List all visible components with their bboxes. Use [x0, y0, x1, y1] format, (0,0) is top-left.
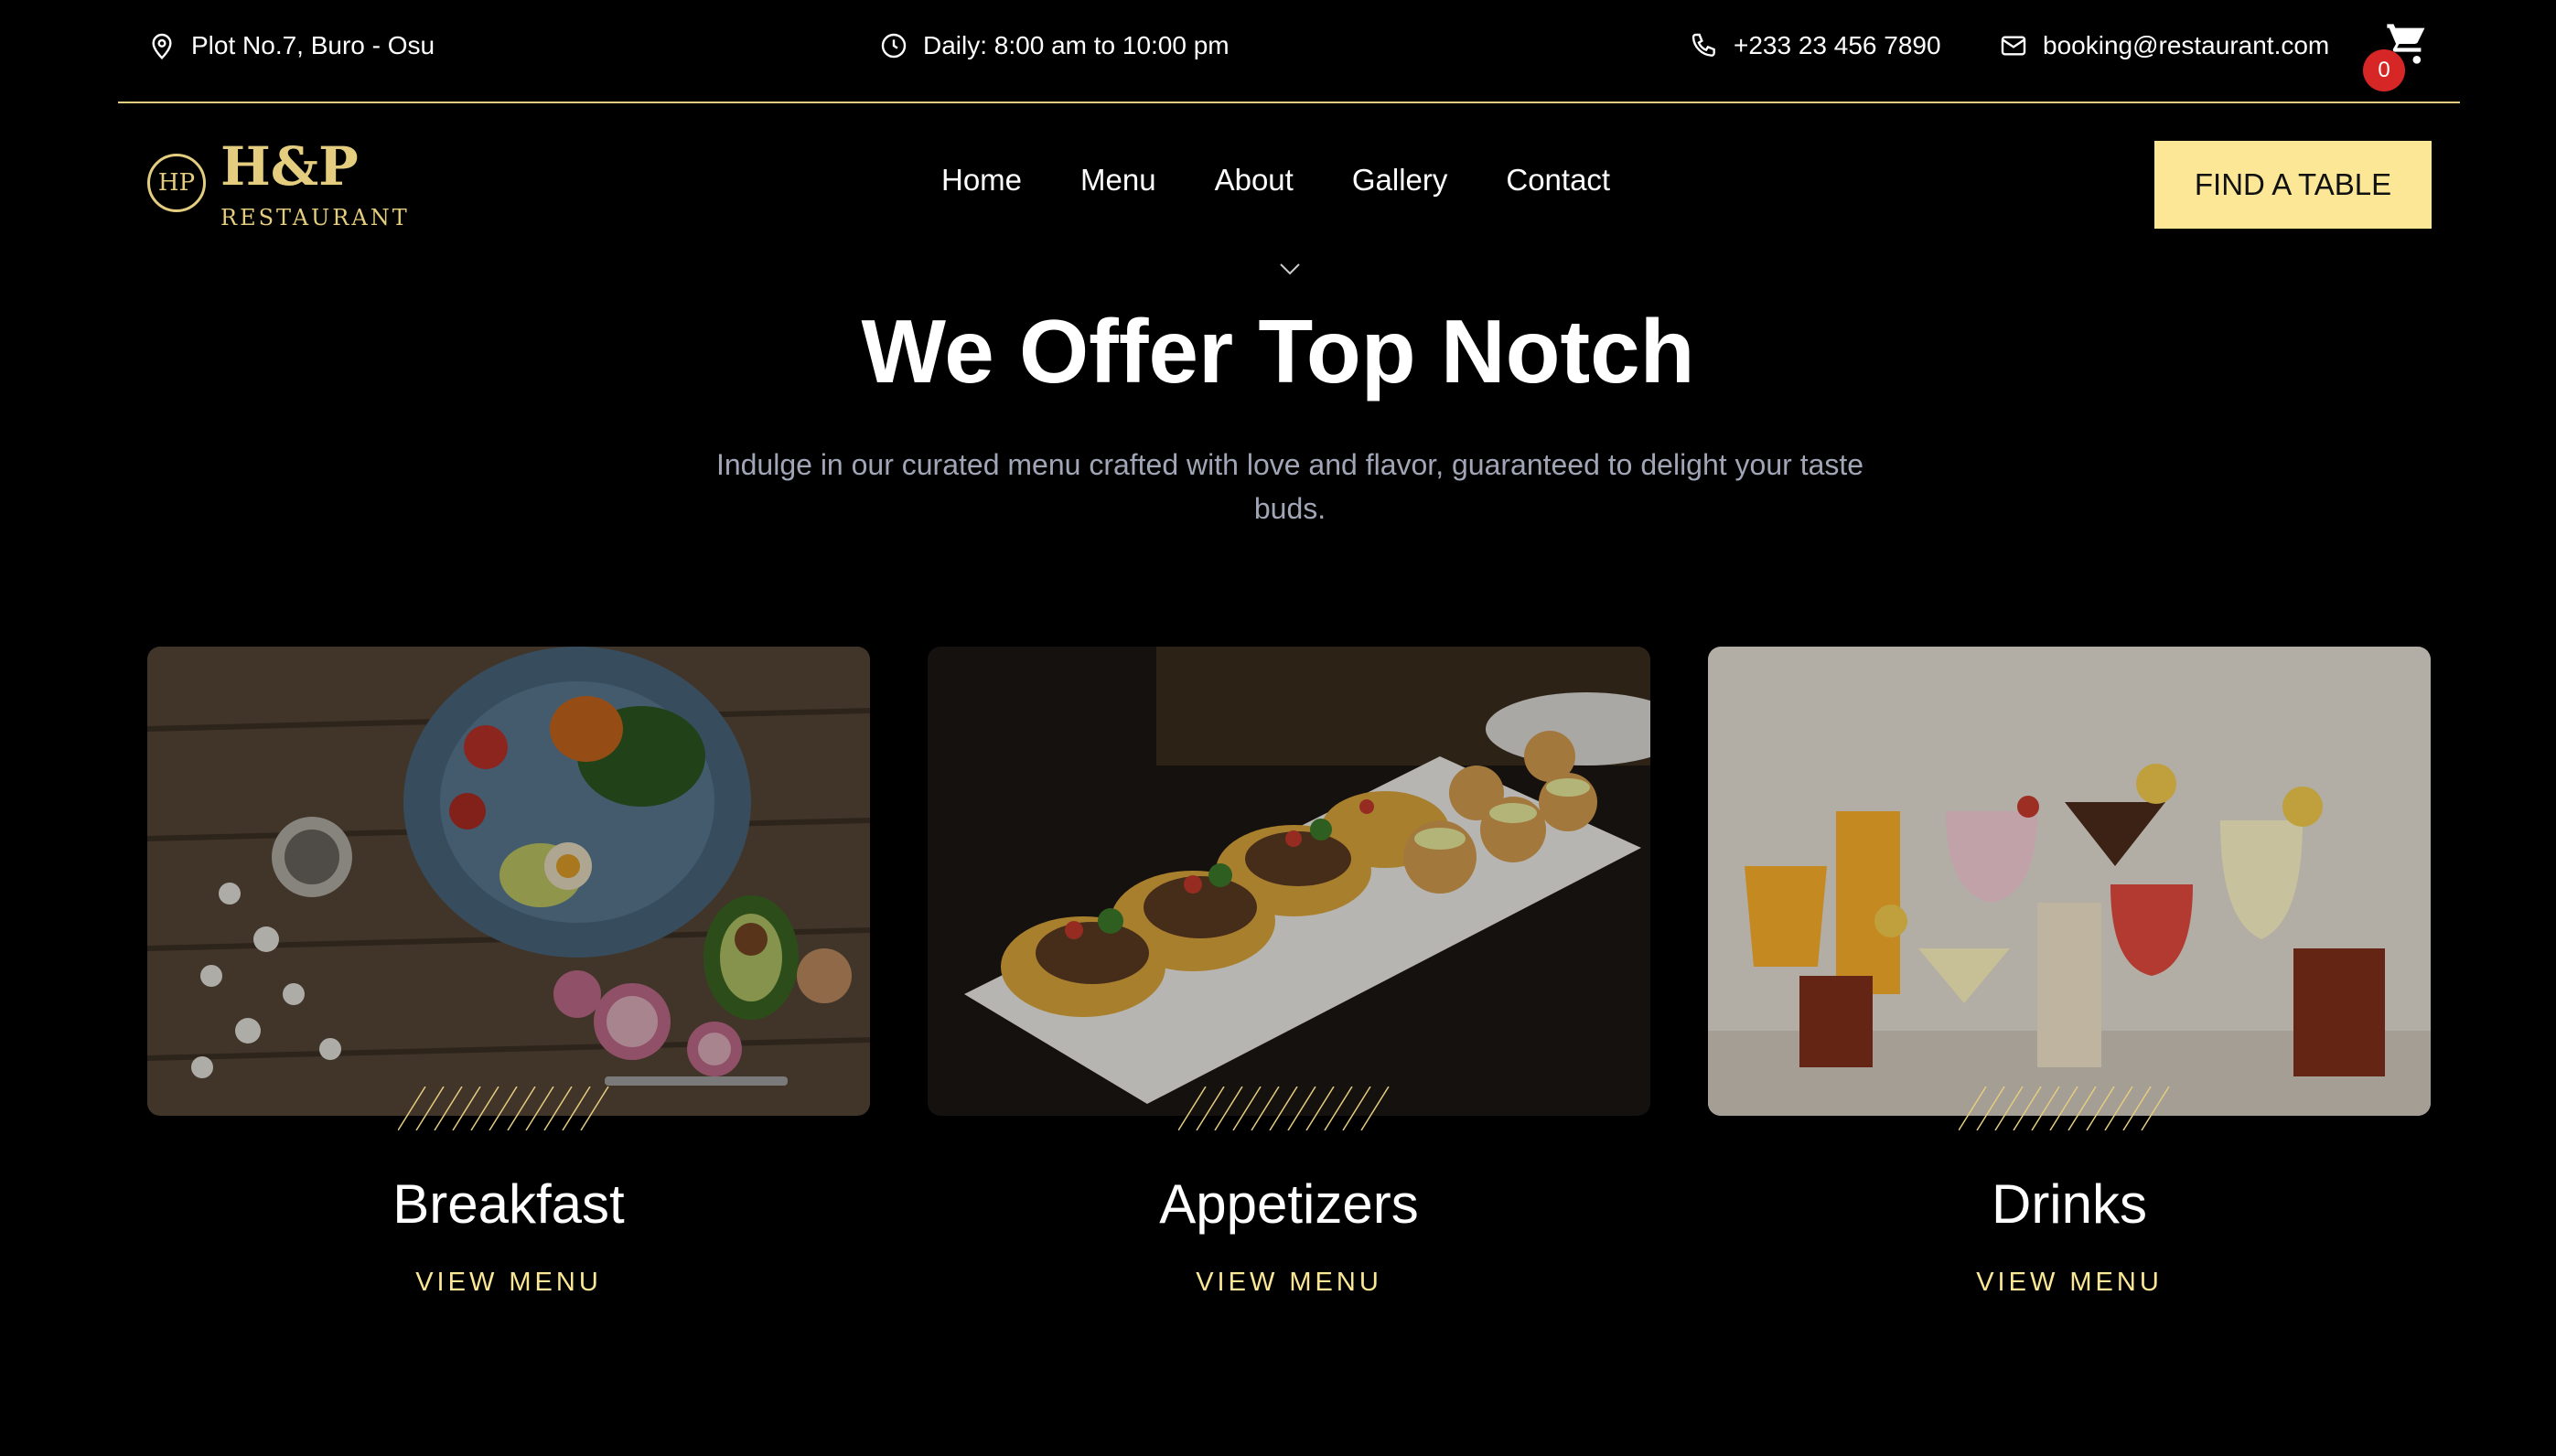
phone-text[interactable]: +233 23 456 7890 — [1734, 31, 1941, 60]
mail-icon — [2001, 36, 2026, 56]
decorative-hatch — [1959, 1087, 2170, 1130]
menu-card-drinks — [1708, 647, 2431, 1116]
hero-title: We Offer Top Notch — [861, 301, 1695, 401]
chevron-down-icon[interactable] — [1277, 260, 1303, 278]
menu-card-appetizers — [928, 647, 1650, 1116]
logo-monogram: HP — [147, 154, 206, 212]
email-item[interactable]: booking@restaurant.com — [1999, 27, 2329, 64]
decorative-hatch — [398, 1087, 609, 1130]
decorative-hatch — [1178, 1087, 1390, 1130]
restaurant-logo[interactable]: HP H&P RESTAURANT — [147, 135, 407, 238]
view-menu-drinks-link[interactable]: VIEW MENU — [1708, 1268, 2431, 1298]
address-text: Plot No.7, Buro - Osu — [191, 31, 435, 59]
top-info-bar: Plot No.7, Buro - Osu Daily: 8:00 am to … — [118, 0, 2460, 103]
logo-name: H&P — [220, 135, 359, 198]
nav-about[interactable]: About — [1215, 163, 1294, 198]
find-a-table-button[interactable]: FIND A TABLE — [2154, 141, 2432, 229]
nav-home[interactable]: Home — [941, 163, 1022, 198]
logo-subtitle: RESTAURANT — [220, 205, 410, 230]
nav-menu[interactable]: Menu — [1080, 163, 1156, 198]
main-nav: Home Menu About Gallery Contact — [941, 163, 1610, 198]
cart-count-badge: 0 — [2363, 49, 2405, 91]
address-item: Plot No.7, Buro - Osu — [147, 27, 435, 64]
breakfast-image[interactable] — [147, 647, 870, 1116]
menu-card-breakfast — [147, 647, 870, 1116]
email-text[interactable]: booking@restaurant.com — [2043, 31, 2329, 60]
card-title-appetizers: Appetizers — [1159, 1173, 1419, 1235]
drinks-image[interactable] — [1708, 647, 2431, 1116]
hours-text: Daily: 8:00 am to 10:00 pm — [923, 31, 1230, 59]
phone-item[interactable]: +233 23 456 7890 — [1690, 27, 1941, 64]
nav-contact[interactable]: Contact — [1506, 163, 1610, 198]
nav-gallery[interactable]: Gallery — [1352, 163, 1448, 198]
view-menu-appetizers-link[interactable]: VIEW MENU — [928, 1268, 1650, 1298]
card-title-drinks: Drinks — [1991, 1173, 2147, 1235]
hero-subtitle: Indulge in our curated menu crafted with… — [715, 448, 1864, 525]
clock-icon — [881, 33, 907, 59]
phone-icon — [1691, 33, 1715, 57]
card-title-breakfast: Breakfast — [392, 1173, 625, 1235]
map-pin-icon — [152, 33, 172, 60]
hours-item: Daily: 8:00 am to 10:00 pm — [879, 27, 1230, 64]
view-menu-breakfast-link[interactable]: VIEW MENU — [147, 1268, 870, 1298]
appetizers-image[interactable] — [928, 647, 1650, 1116]
